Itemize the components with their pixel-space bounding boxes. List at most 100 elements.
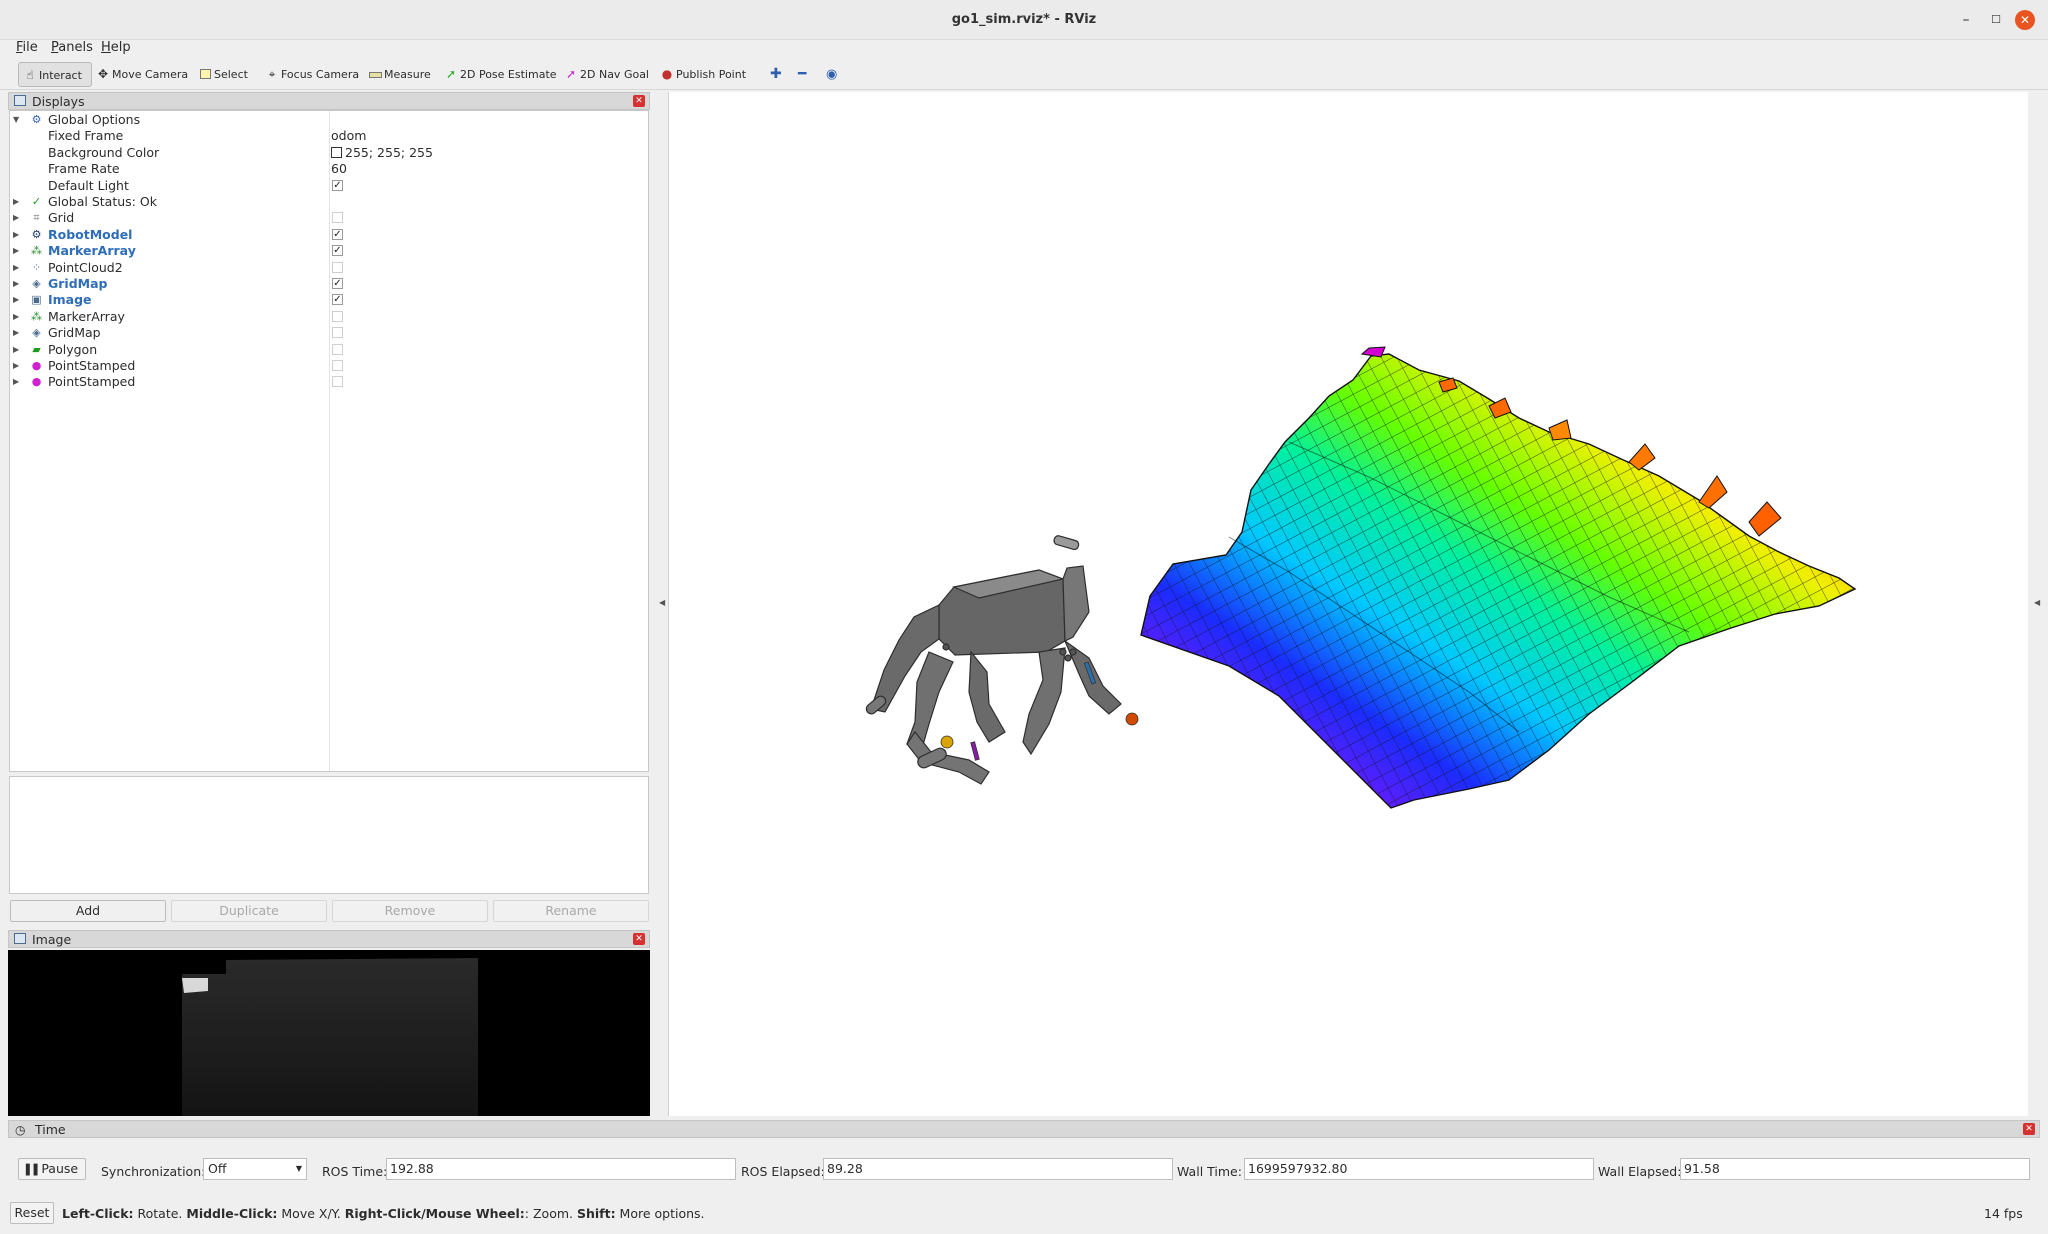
expanded-arrow-icon[interactable]: ▼ [13, 112, 19, 128]
collapsed-arrow-icon[interactable]: ▶ [13, 276, 19, 292]
collapse-left-icon[interactable]: ◀ [659, 598, 665, 607]
tool-publish-point-label: Publish Point [676, 68, 747, 81]
menu-file[interactable]: File [16, 40, 38, 55]
tool-2d-nav-goal[interactable]: ➚ 2D Nav Goal [560, 62, 653, 87]
pause-button[interactable]: ▌▌Pause [18, 1158, 86, 1180]
display-enabled-checkbox[interactable] [332, 343, 343, 355]
collapsed-arrow-icon[interactable]: ▶ [13, 358, 19, 374]
wall-time-field[interactable]: 1699597932.80 [1244, 1158, 1594, 1180]
sync-select[interactable]: Off ▼ [203, 1158, 307, 1180]
menu-panels[interactable]: Panels [51, 40, 93, 55]
display-item[interactable]: ▶ ◈ GridMap [10, 325, 648, 341]
display-item[interactable]: ▶ ◈ GridMap ✓ [10, 276, 648, 292]
collapsed-arrow-icon[interactable]: ▶ [13, 243, 19, 259]
robot-joint [942, 643, 950, 651]
display-item[interactable]: ▶ ⌗ Grid [10, 210, 648, 226]
ros-elapsed-field[interactable]: 89.28 [823, 1158, 1173, 1180]
menu-help[interactable]: Help [101, 40, 131, 55]
display-enabled-checkbox[interactable]: ✓ [332, 278, 343, 289]
pause-label: Pause [41, 1161, 79, 1176]
display-enabled-checkbox[interactable] [332, 212, 343, 224]
default-light-checkbox[interactable]: ✓ [332, 179, 343, 191]
tool-publish-point[interactable]: ● Publish Point [656, 62, 750, 87]
displays-tree[interactable]: ▼ ⚙ Global Options Fixed Frame odom Back… [9, 110, 649, 772]
frame-rate-value[interactable]: 60 [331, 161, 347, 177]
display-description-box [9, 776, 649, 894]
display-enabled-checkbox[interactable]: ✓ [332, 294, 343, 306]
fixed-frame-value[interactable]: odom [331, 128, 366, 144]
close-panel-icon[interactable]: ✕ [2023, 1123, 2035, 1135]
fixed-frame-label: Fixed Frame [48, 128, 124, 144]
display-item[interactable]: ▶ ▣ Image ✓ [10, 292, 648, 308]
display-enabled-checkbox[interactable] [332, 376, 343, 388]
tool-measure[interactable]: Measure [364, 62, 435, 87]
collapsed-arrow-icon[interactable]: ▶ [13, 342, 19, 358]
duplicate-button[interactable]: Duplicate [171, 900, 327, 922]
elevation-spike [1548, 419, 1572, 441]
tree-row-global-options[interactable]: ▼ ⚙ Global Options [10, 112, 648, 128]
background-color-value[interactable]: 255; 255; 255 [331, 145, 433, 161]
3d-render-viewport[interactable] [668, 92, 2028, 1116]
display-enabled-checkbox[interactable] [332, 327, 343, 339]
display-item[interactable]: ▶ ⁘ PointCloud2 [10, 260, 648, 276]
display-enabled-checkbox[interactable]: ✓ [332, 228, 343, 240]
close-panel-icon[interactable]: ✕ [633, 933, 645, 945]
display-enabled-checkbox[interactable] [332, 261, 343, 273]
rename-button[interactable]: Rename [493, 900, 649, 922]
display-item[interactable]: ▶ ● PointStamped [10, 358, 648, 374]
display-item-label: MarkerArray [48, 308, 125, 324]
tree-row-global-status[interactable]: ▶ ✓ Global Status: Ok [10, 194, 648, 210]
display-item[interactable]: ▶ ▰ Polygon [10, 342, 648, 358]
display-item[interactable]: ▶ ⁂ MarkerArray [10, 309, 648, 325]
display-enabled-checkbox[interactable] [332, 360, 343, 371]
minus-icon[interactable]: ━ [794, 62, 810, 87]
collapsed-arrow-icon[interactable]: ▶ [13, 309, 19, 325]
robot-mid-leg [968, 650, 1006, 743]
tool-2d-pose-estimate[interactable]: ➚ 2D Pose Estimate [440, 62, 561, 87]
collapsed-arrow-icon[interactable]: ▶ [13, 227, 19, 243]
hint-key: Shift: [576, 1206, 616, 1221]
tool-select[interactable]: Select [194, 62, 252, 87]
tree-row-default-light[interactable]: Default Light ✓ [10, 178, 648, 194]
display-item[interactable]: ▶ ⁂ MarkerArray ✓ [10, 243, 648, 259]
pin-icon: ● [661, 67, 673, 81]
collapsed-arrow-icon[interactable]: ▶ [13, 374, 19, 390]
display-item[interactable]: ▶ ⚙ RobotModel ✓ [10, 227, 648, 243]
remove-button[interactable]: Remove [332, 900, 488, 922]
ros-time-field[interactable]: 192.88 [386, 1158, 736, 1180]
close-panel-icon[interactable]: ✕ [633, 95, 645, 107]
tree-row-fixed-frame[interactable]: Fixed Frame odom [10, 128, 648, 144]
display-item-label: RobotModel [48, 226, 133, 242]
collapsed-arrow-icon[interactable]: ▶ [13, 325, 19, 341]
tree-row-frame-rate[interactable]: Frame Rate 60 [10, 161, 648, 177]
grid-map-elevation [1140, 346, 1857, 809]
foot-contact-marker [940, 735, 954, 749]
magenta-arrow-icon: ➚ [565, 67, 577, 81]
collapsed-arrow-icon[interactable]: ▶ [13, 210, 19, 226]
gridmap-icon: ◈ [32, 326, 41, 340]
tool-focus-camera[interactable]: ⌖ Focus Camera [261, 62, 363, 87]
robot-model [865, 535, 1122, 785]
display-enabled-checkbox[interactable] [332, 310, 343, 322]
tree-row-background-color[interactable]: Background Color 255; 255; 255 [10, 145, 648, 161]
close-icon[interactable]: ✕ [2015, 10, 2035, 30]
display-item-label: PointCloud2 [48, 259, 123, 275]
hint-desc: Move X/Y. [277, 1206, 345, 1221]
display-enabled-checkbox[interactable]: ✓ [332, 245, 343, 257]
minimize-icon[interactable]: – [1956, 10, 1976, 30]
collapsed-arrow-icon[interactable]: ▶ [13, 260, 19, 276]
collapsed-arrow-icon[interactable]: ▶ [13, 292, 19, 308]
display-item[interactable]: ▶ ● PointStamped [10, 374, 648, 390]
plus-icon[interactable]: ✚ [766, 62, 786, 87]
collapsed-arrow-icon[interactable]: ▶ [13, 194, 19, 210]
tool-measure-label: Measure [384, 68, 431, 81]
eye-icon[interactable]: ◉ [822, 62, 841, 87]
reset-button[interactable]: Reset [10, 1202, 54, 1224]
marker-top [1360, 346, 1386, 358]
tool-interact[interactable]: ☝ Interact [18, 62, 92, 87]
add-button[interactable]: Add [10, 900, 166, 922]
wall-elapsed-field[interactable]: 91.58 [1680, 1158, 2030, 1180]
tool-move-camera[interactable]: ✥ Move Camera [92, 62, 192, 87]
collapse-right-icon[interactable]: ◀ [2034, 598, 2040, 607]
maximize-icon[interactable]: ☐ [1986, 10, 2006, 30]
